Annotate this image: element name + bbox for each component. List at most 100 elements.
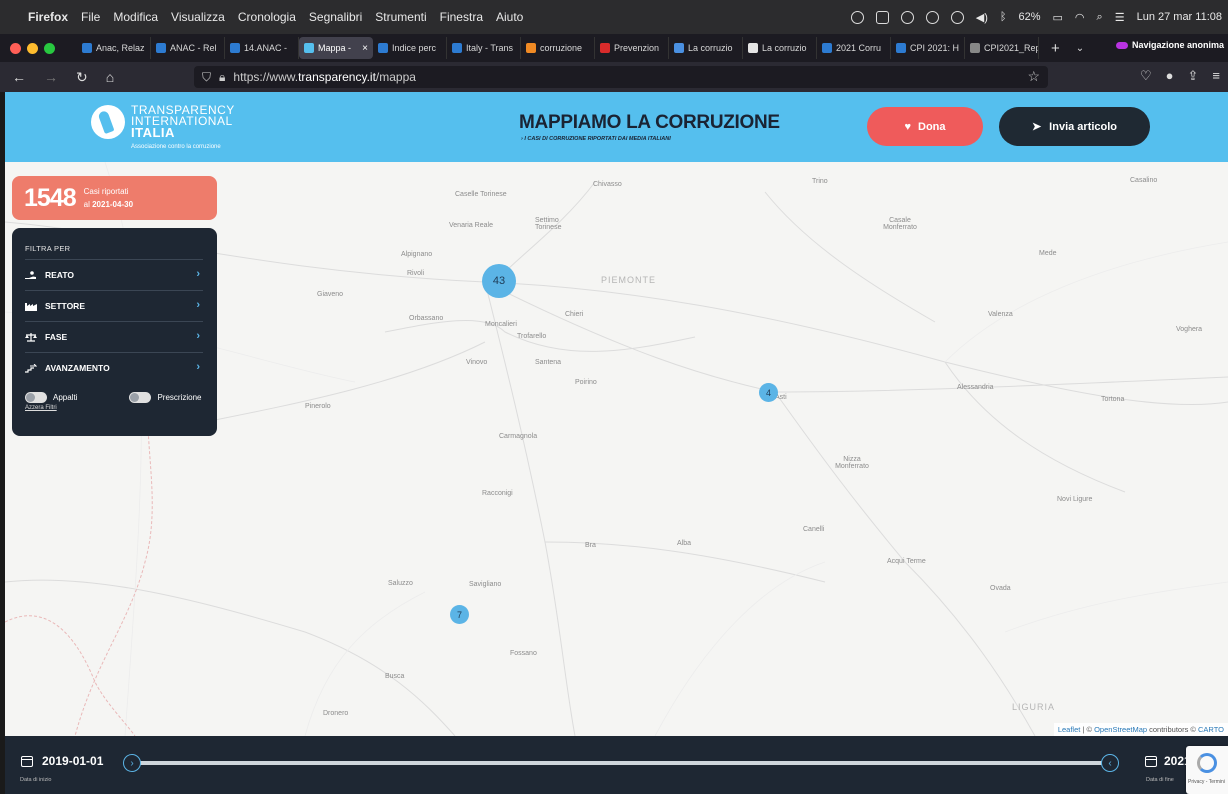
filter-reato[interactable]: REATO ›	[25, 259, 203, 290]
start-date-caption: Data di inizio	[20, 777, 52, 783]
tab-label: Prevenzion	[614, 43, 660, 53]
browser-tab[interactable]: corruzione	[521, 37, 595, 59]
tab-favicon-icon	[156, 43, 166, 53]
filter-avanzamento[interactable]: AVANZAMENTO ›	[25, 352, 203, 383]
battery-icon[interactable]: ▭	[1053, 11, 1063, 24]
shield-icon[interactable]: ⛉	[202, 70, 211, 85]
recaptcha-icon	[1197, 753, 1217, 773]
tab-list: Anac, Relaz ANAC - Rel 14.ANAC - Mappa - ×…	[77, 37, 1039, 59]
page-title: MAPPIAMO LA CORRUZIONE	[519, 112, 780, 133]
tab-label: corruzione	[540, 43, 583, 53]
tray-sync-icon[interactable]	[925, 10, 939, 24]
home-button[interactable]: ⌂	[106, 69, 114, 85]
menu-cronologia[interactable]: Cronologia	[238, 10, 296, 24]
place-label: Caselle Torinese	[455, 191, 507, 198]
menubar-clock[interactable]: Lun 27 mar 11:08	[1137, 11, 1222, 23]
place-label: Orbassano	[409, 315, 444, 322]
hand-stairs-icon	[25, 363, 37, 373]
timeline-track[interactable]	[129, 761, 1111, 765]
browser-tab[interactable]: Indice perc	[373, 37, 447, 59]
close-window-button[interactable]	[10, 42, 21, 54]
tab-favicon-icon	[822, 43, 832, 53]
bookmark-star-icon[interactable]: ☆	[1027, 68, 1040, 85]
map-cluster-marker[interactable]: 7	[450, 605, 469, 624]
tab-label: CPI 2021: H	[910, 43, 960, 53]
browser-tab[interactable]: CPI2021_Repo	[965, 37, 1039, 59]
osm-link[interactable]: OpenStreetMap	[1094, 725, 1147, 734]
minimize-window-button[interactable]	[27, 42, 38, 54]
timeline-end-handle[interactable]: ‹	[1101, 754, 1119, 772]
browser-tab[interactable]: Mappa - ×	[299, 37, 373, 59]
url-bar[interactable]: ⛉ 🔒︎ https://www.transparency.it/mappa ☆	[194, 66, 1048, 88]
browser-tab[interactable]: ANAC - Rel	[151, 37, 225, 59]
recaptcha-badge[interactable]: Privacy - Termini	[1186, 746, 1228, 794]
recaptcha-text[interactable]: Privacy - Termini	[1188, 779, 1225, 785]
share-icon[interactable]: ⇪	[1188, 68, 1199, 84]
tab-label: Indice perc	[392, 43, 437, 53]
menu-hamburger-icon[interactable]: ≡	[1212, 68, 1220, 84]
tab-list-chevron-icon[interactable]: ⌄	[1076, 43, 1084, 54]
menu-modifica[interactable]: Modifica	[113, 10, 158, 24]
menu-segnalibri[interactable]: Segnalibri	[309, 10, 362, 24]
map-cluster-marker[interactable]: 43	[482, 264, 516, 298]
tray-app-icon[interactable]	[850, 10, 864, 24]
spotlight-search-icon[interactable]: ⌕	[1097, 11, 1103, 24]
control-center-icon[interactable]: ☰	[1115, 11, 1125, 24]
lock-icon[interactable]: 🔒︎	[219, 70, 225, 85]
tab-favicon-icon	[674, 43, 684, 53]
ti-logo[interactable]: TRANSPARENCY INTERNATIONAL ITALIA Associ…	[91, 103, 235, 153]
dona-button[interactable]: ♥ Dona	[867, 107, 983, 146]
zoom-window-button[interactable]	[44, 42, 55, 54]
map-cluster-marker[interactable]: 4	[759, 383, 778, 402]
browser-tab[interactable]: 2021 Corru	[817, 37, 891, 59]
tab-label: Italy - Trans	[466, 43, 514, 53]
browser-tab[interactable]: Anac, Relaz	[77, 37, 151, 59]
new-tab-button[interactable]: +	[1051, 40, 1060, 57]
volume-icon[interactable]: ◀)	[976, 11, 988, 24]
tab-label: CPI2021_Repo	[984, 43, 1038, 53]
wifi-icon[interactable]: ◠	[1075, 11, 1085, 24]
bluetooth-icon[interactable]: ᛒ	[1000, 11, 1007, 23]
forward-button[interactable]: →	[44, 69, 58, 85]
menu-file[interactable]: File	[81, 10, 100, 24]
reset-filters-link[interactable]: Azzera Filtri	[25, 405, 203, 411]
appalti-toggle[interactable]	[25, 392, 47, 403]
browser-tab[interactable]: 14.ANAC -	[225, 37, 299, 59]
reload-button[interactable]: ↻	[76, 69, 88, 86]
invia-articolo-button[interactable]: ➤ Invia articolo	[999, 107, 1150, 146]
back-button[interactable]: ←	[12, 69, 26, 85]
tab-favicon-icon	[970, 43, 980, 53]
browser-tab[interactable]: CPI 2021: H	[891, 37, 965, 59]
browser-tab[interactable]: Prevenzion	[595, 37, 669, 59]
tab-favicon-icon	[526, 43, 536, 53]
timeline-start-handle[interactable]: ›	[123, 754, 141, 772]
place-label: Giaveno	[317, 291, 344, 298]
prescrizione-toggle[interactable]	[129, 392, 152, 403]
filter-fase[interactable]: FASE ›	[25, 321, 203, 352]
info-icon[interactable]: ●	[1166, 68, 1174, 84]
place-label: Fossano	[510, 650, 537, 657]
menu-aiuto[interactable]: Aiuto	[496, 10, 523, 24]
menu-firefox[interactable]: Firefox	[28, 10, 68, 24]
tray-vpn-icon[interactable]	[900, 10, 914, 24]
ti-logo-text: TRANSPARENCY INTERNATIONAL ITALIA Associ…	[131, 103, 235, 150]
place-label: Settimo Torinese	[535, 217, 562, 231]
menu-finestra[interactable]: Finestra	[440, 10, 483, 24]
menu-strumenti[interactable]: Strumenti	[375, 10, 426, 24]
place-label: Tortona	[1101, 396, 1125, 403]
browser-tab[interactable]: La corruzio	[669, 37, 743, 59]
cases-counter: 1548 Casi riportati al 2021-04-30	[12, 176, 217, 220]
browser-tab[interactable]: Italy - Trans	[447, 37, 521, 59]
leaflet-link[interactable]: Leaflet	[1058, 725, 1081, 734]
menu-visualizza[interactable]: Visualizza	[171, 10, 225, 24]
tab-favicon-icon	[896, 43, 906, 53]
browser-tab[interactable]: La corruzio	[743, 37, 817, 59]
tab-close-icon[interactable]: ×	[362, 43, 368, 54]
filter-settore[interactable]: SETTORE ›	[25, 290, 203, 321]
tray-clock-icon[interactable]	[950, 10, 964, 24]
start-date[interactable]: 2019-01-01	[42, 754, 103, 768]
pocket-icon[interactable]: ♡	[1140, 68, 1152, 84]
tray-shield-icon[interactable]	[875, 10, 889, 24]
carto-link[interactable]: CARTO	[1198, 725, 1224, 734]
place-label: Canelli	[803, 526, 825, 533]
